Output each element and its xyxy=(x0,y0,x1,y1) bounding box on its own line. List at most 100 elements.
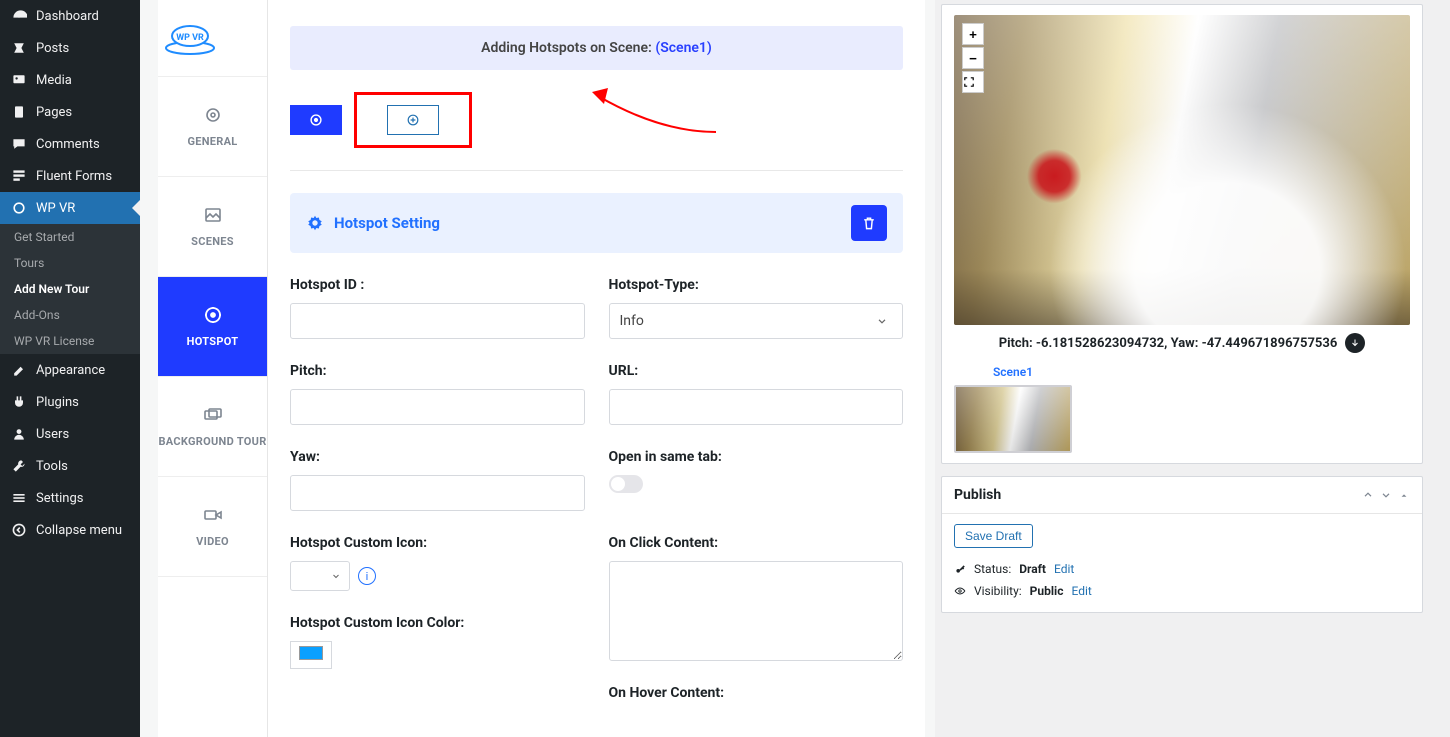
notice-scene-link[interactable]: (Scene1) xyxy=(655,40,712,56)
sidebar-item-pages[interactable]: Pages xyxy=(0,96,140,128)
yaw-label: Yaw: xyxy=(290,449,585,465)
vtab-video-label: VIDEO xyxy=(158,535,267,548)
caret-up-icon[interactable] xyxy=(1398,489,1410,501)
scene-thumbs: Scene1 xyxy=(954,365,1410,453)
hotspot-panel: Adding Hotspots on Scene: (Scene1) xyxy=(268,0,925,737)
open-same-tab-toggle[interactable] xyxy=(609,475,643,493)
hotspot-id-input[interactable] xyxy=(290,303,585,339)
yaw-readout-label: Yaw: xyxy=(1171,336,1199,351)
wp-admin-sidebar: Dashboard Posts Media Pages Comments Flu… xyxy=(0,0,140,737)
pitch-readout-value: -6.181528623094732 xyxy=(1036,336,1164,351)
sidebar-item-settings[interactable]: Settings xyxy=(0,482,140,514)
svg-text:WP VR: WP VR xyxy=(176,33,204,43)
wpvr-logo: WP VR xyxy=(158,0,267,77)
custom-icon-picker[interactable] xyxy=(290,561,350,591)
chevron-up-icon[interactable] xyxy=(1362,489,1374,501)
add-hotspot-button[interactable] xyxy=(387,105,439,135)
sidebar-item-media[interactable]: Media xyxy=(0,64,140,96)
sidebar-item-collapse[interactable]: Collapse menu xyxy=(0,514,140,546)
hotspot-id-label: Hotspot ID : xyxy=(290,277,585,293)
info-icon[interactable]: i xyxy=(358,567,376,585)
vr-preview[interactable]: + − xyxy=(954,15,1410,325)
pitch-input[interactable] xyxy=(290,389,585,425)
vtab-scenes-label: SCENES xyxy=(158,235,267,248)
on-click-textarea[interactable] xyxy=(609,561,904,661)
form-icon xyxy=(10,168,28,184)
scene-thumb-image xyxy=(954,385,1072,453)
sidebar-item-posts[interactable]: Posts xyxy=(0,32,140,64)
yaw-input[interactable] xyxy=(290,475,585,511)
arrow-down-icon xyxy=(1350,338,1360,348)
sidebar-item-fluentforms[interactable]: Fluent Forms xyxy=(0,160,140,192)
color-picker[interactable] xyxy=(290,641,332,669)
fullscreen-icon xyxy=(963,76,983,88)
plus-icon xyxy=(407,114,419,126)
url-input[interactable] xyxy=(609,389,904,425)
save-draft-button[interactable]: Save Draft xyxy=(954,524,1033,548)
submenu-license[interactable]: WP VR License xyxy=(0,328,140,354)
target-icon xyxy=(309,113,323,127)
submenu-tours[interactable]: Tours xyxy=(0,250,140,276)
sidebar-submenu: Get Started Tours Add New Tour Add-Ons W… xyxy=(0,224,140,354)
vtab-general-label: GENERAL xyxy=(158,135,267,148)
media-icon xyxy=(10,72,28,88)
vtab-scenes[interactable]: SCENES xyxy=(158,177,267,277)
hotspot-type-select[interactable]: Info xyxy=(609,303,904,339)
hotspot-type-label: Hotspot-Type: xyxy=(609,277,904,293)
apply-pitch-yaw-button[interactable] xyxy=(1345,333,1365,353)
pitch-readout-label: Pitch: xyxy=(999,336,1033,351)
chevron-down-icon[interactable] xyxy=(1380,489,1392,501)
wrench-icon xyxy=(10,458,28,474)
visibility-edit-link[interactable]: Edit xyxy=(1071,584,1091,598)
annotation-highlight xyxy=(354,92,472,148)
pitch-yaw-readout: Pitch: -6.181528623094732, Yaw: -47.4496… xyxy=(954,333,1410,353)
open-same-tab-label: Open in same tab: xyxy=(609,449,904,465)
caret-down-icon xyxy=(331,571,341,581)
sidebar-item-comments[interactable]: Comments xyxy=(0,128,140,160)
vtab-general[interactable]: GENERAL xyxy=(158,77,267,177)
sidebar-label-pages: Pages xyxy=(36,105,72,120)
delete-hotspot-button[interactable] xyxy=(851,205,887,241)
publish-box: Publish Save Draft Status: Draft Edit Vi… xyxy=(941,476,1423,613)
submenu-addons[interactable]: Add-Ons xyxy=(0,302,140,328)
status-label: Status: xyxy=(974,562,1011,576)
sidebar-label-settings: Settings xyxy=(36,491,83,506)
hotspot-tab-active[interactable] xyxy=(290,105,342,135)
zoom-out-button[interactable]: − xyxy=(962,47,984,69)
status-edit-link[interactable]: Edit xyxy=(1054,562,1074,576)
status-value: Draft xyxy=(1019,562,1046,576)
sliders-icon xyxy=(10,490,28,506)
main-panel: WP VR GENERAL SCENES HOTSPOT BACKGROUND … xyxy=(140,0,935,737)
on-hover-label: On Hover Content: xyxy=(609,685,904,701)
fullscreen-button[interactable] xyxy=(962,71,984,93)
vtab-bgtour[interactable]: BACKGROUND TOUR xyxy=(158,377,267,477)
pages-icon xyxy=(10,104,28,120)
zoom-controls: + − xyxy=(962,23,984,93)
sidebar-item-dashboard[interactable]: Dashboard xyxy=(0,0,140,32)
brush-icon xyxy=(10,362,28,378)
custom-icon-color-label: Hotspot Custom Icon Color: xyxy=(290,615,585,631)
sidebar-item-tools[interactable]: Tools xyxy=(0,450,140,482)
sidebar-item-wpvr[interactable]: WP VR xyxy=(0,192,140,224)
preview-box: + − Pitch: -6.181528623094732, Yaw: -47.… xyxy=(941,4,1423,464)
sidebar-label-users: Users xyxy=(36,427,69,442)
scene-thumb-caption: Scene1 xyxy=(954,365,1072,379)
submenu-get-started[interactable]: Get Started xyxy=(0,224,140,250)
vtab-video[interactable]: VIDEO xyxy=(158,477,267,577)
vtab-hotspot[interactable]: HOTSPOT xyxy=(158,277,267,377)
sidebar-label-fluentforms: Fluent Forms xyxy=(36,169,112,184)
hotspot-setting-title: Hotspot Setting xyxy=(334,214,440,232)
sidebar-item-plugins[interactable]: Plugins xyxy=(0,386,140,418)
right-sidebar: + − Pitch: -6.181528623094732, Yaw: -47.… xyxy=(935,0,1433,737)
visibility-line: Visibility: Public Edit xyxy=(954,580,1410,602)
sidebar-item-users[interactable]: Users xyxy=(0,418,140,450)
trash-icon xyxy=(861,215,877,231)
zoom-in-button[interactable]: + xyxy=(962,23,984,45)
submenu-add-new-tour[interactable]: Add New Tour xyxy=(0,276,140,302)
visibility-label: Visibility: xyxy=(974,584,1022,598)
sidebar-label-collapse: Collapse menu xyxy=(36,523,122,538)
annotation-arrow xyxy=(590,82,720,142)
sidebar-label-wpvr: WP VR xyxy=(36,201,75,216)
scene-thumb-1[interactable]: Scene1 xyxy=(954,365,1072,453)
sidebar-item-appearance[interactable]: Appearance xyxy=(0,354,140,386)
